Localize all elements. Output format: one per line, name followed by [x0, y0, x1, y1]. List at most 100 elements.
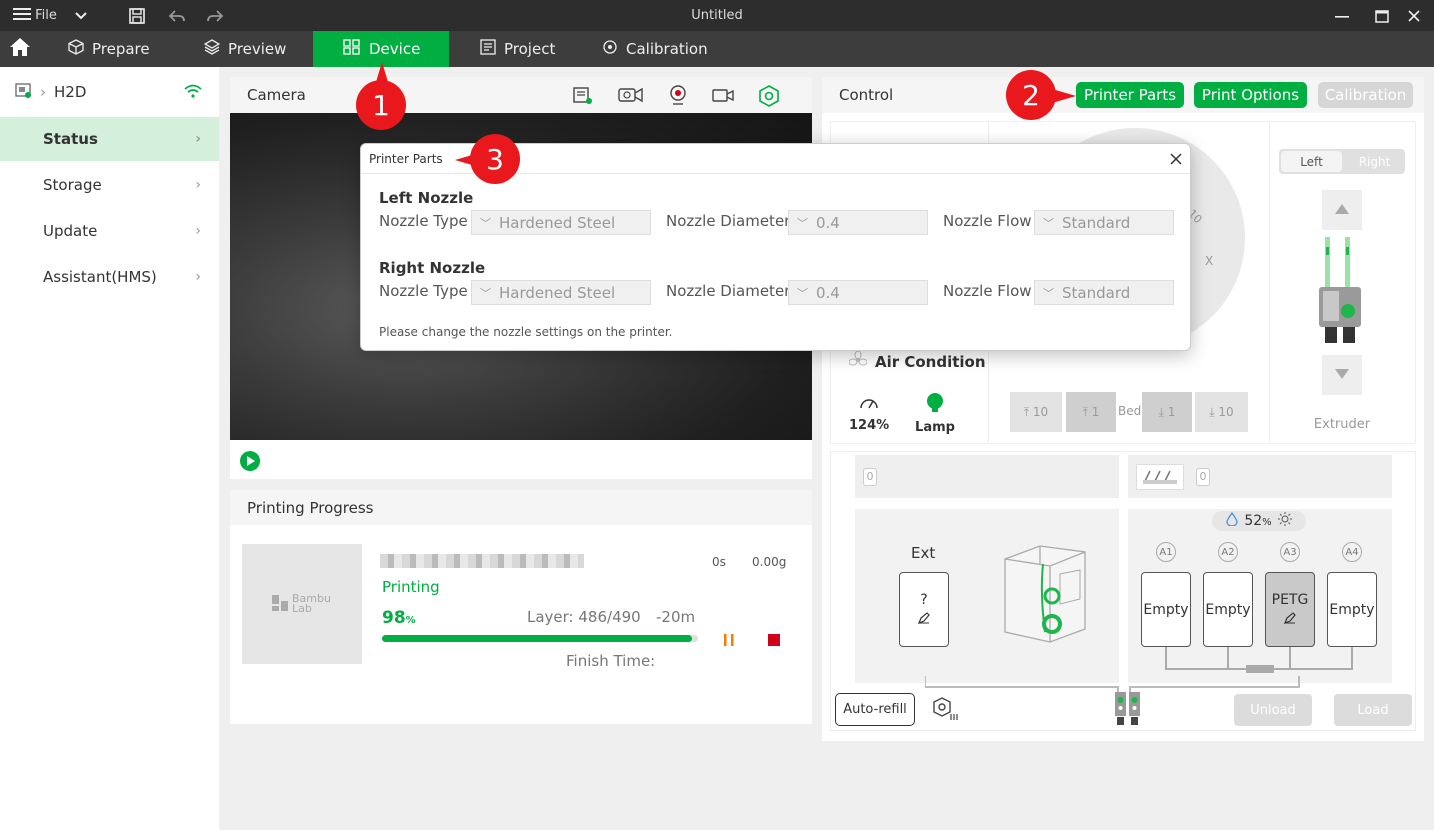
ext-slot[interactable]: ? — [899, 572, 949, 647]
right-nozzle-diameter-value: 0.4 — [816, 283, 840, 302]
speedometer-icon — [859, 395, 879, 414]
undo-icon[interactable] — [166, 0, 188, 31]
humidity-value: 52 — [1244, 513, 1263, 529]
lamp-control[interactable]: Lamp — [915, 392, 955, 435]
sidebar-item-assistant[interactable]: Assistant(HMS) › — [0, 255, 219, 299]
tab-prepare-label: Prepare — [92, 40, 150, 58]
filament-weight: 0.00g — [752, 555, 787, 569]
left-nozzle-flow-select[interactable]: ﹀ Standard — [1034, 210, 1174, 235]
calibration-icon — [602, 39, 618, 59]
print-status: Printing — [382, 578, 440, 596]
printer-parts-button[interactable]: Printer Parts — [1076, 82, 1184, 108]
left-nozzle-type-select[interactable]: ﹀ Hardened Steel — [471, 210, 651, 235]
progress-percent-value: 98 — [382, 608, 406, 628]
right-nozzle-flow-select[interactable]: ﹀ Standard — [1034, 280, 1174, 305]
play-icon[interactable] — [239, 450, 261, 476]
speed-control[interactable]: 124% — [849, 394, 889, 433]
right-nozzle-heading: Right Nozzle — [379, 259, 486, 277]
sidebar-item-status[interactable]: Status › — [0, 117, 219, 161]
unload-button[interactable]: Unload — [1234, 694, 1312, 726]
air-condition-label: Air Condition — [875, 353, 986, 371]
ams-selector-icon[interactable] — [1136, 463, 1184, 490]
bed-up-10-button[interactable]: ⤒ 10 — [1010, 392, 1062, 432]
layer-count: Layer: 486/490 — [527, 608, 641, 626]
load-button[interactable]: Load — [1334, 694, 1412, 726]
ext-slot-value: ? — [920, 591, 928, 608]
tab-preview[interactable]: Preview — [192, 31, 302, 67]
tab-calibration[interactable]: Calibration — [590, 31, 730, 67]
extruder-switch[interactable]: Left Right — [1279, 149, 1405, 174]
bed-down-10-button[interactable]: ⤓ 10 — [1195, 392, 1248, 432]
right-nozzle-type-label: Nozzle Type — [379, 282, 468, 300]
bed-up-1-button[interactable]: ⤒ 1 — [1066, 392, 1116, 432]
file-menu[interactable]: File — [10, 0, 60, 31]
save-icon[interactable] — [126, 0, 148, 31]
extruder-left-tab[interactable]: Left — [1281, 151, 1342, 172]
video-icon[interactable] — [712, 85, 734, 111]
webcam-icon[interactable] — [668, 85, 688, 111]
edit-icon — [917, 611, 930, 628]
lamp-icon — [925, 393, 945, 418]
arrow-down-icon: ⤓ — [1209, 404, 1215, 419]
chevron-down-icon: ﹀ — [1043, 286, 1054, 300]
ams-settings-icon[interactable] — [931, 696, 959, 726]
right-nozzle-diameter-select[interactable]: ﹀ 0.4 — [788, 280, 928, 305]
tab-project[interactable]: Project — [468, 31, 578, 67]
close-icon[interactable] — [1402, 0, 1426, 31]
extruder-down-button[interactable] — [1322, 355, 1362, 395]
arrow-up-icon: ⤒ — [1023, 404, 1030, 419]
print-options-button[interactable]: Print Options — [1194, 82, 1307, 108]
right-nozzle-type-select[interactable]: ﹀ Hardened Steel — [471, 280, 651, 305]
timelapse-icon[interactable] — [618, 85, 644, 111]
sidebar-item-label: Assistant(HMS) — [43, 268, 157, 286]
ams-slot-label: A4 — [1342, 542, 1362, 562]
chevron-right-icon: › — [40, 83, 46, 101]
bed-down-1-button[interactable]: ⤓ 1 — [1142, 392, 1192, 432]
calibration-button[interactable]: Calibration — [1318, 82, 1413, 108]
sd-card-icon[interactable] — [572, 85, 594, 111]
cube-icon — [68, 39, 84, 59]
progress-percent-unit: % — [405, 615, 416, 626]
camera-settings-icon[interactable] — [758, 85, 780, 111]
close-icon[interactable] — [1169, 151, 1183, 170]
chevron-down-icon[interactable] — [70, 0, 92, 31]
extruder-right-tab[interactable]: Right — [1344, 149, 1405, 174]
progress-bar — [382, 635, 698, 642]
zero-left: 0 — [863, 467, 877, 486]
ams-slot-a2[interactable]: Empty — [1203, 572, 1253, 647]
tab-prepare[interactable]: Prepare — [56, 31, 166, 67]
left-nozzle-heading: Left Nozzle — [379, 189, 474, 207]
printer-name: H2D — [54, 83, 87, 101]
control-title: Control — [839, 86, 894, 104]
divider — [1269, 122, 1270, 443]
sidebar-item-label: Update — [43, 222, 98, 240]
left-nozzle-diameter-value: 0.4 — [816, 213, 840, 232]
printer-selector[interactable]: › H2D — [14, 81, 86, 103]
device-sidebar: › H2D Status › Storage › Update › Assistant… — [0, 67, 219, 830]
left-nozzle-diameter-select[interactable]: ﹀ 0.4 — [788, 210, 928, 235]
device-icon — [343, 39, 361, 59]
ams-slot-a3[interactable]: PETG — [1265, 572, 1315, 647]
stop-icon[interactable] — [767, 632, 781, 651]
pause-icon[interactable] — [721, 632, 737, 651]
ams-slot-label: A3 — [1280, 542, 1300, 562]
left-nozzle-diameter-label: Nozzle Diameter — [666, 212, 791, 230]
sidebar-item-label: Storage — [43, 176, 102, 194]
ams-slot-a1[interactable]: Empty — [1141, 572, 1191, 647]
air-condition[interactable]: Air Condition — [848, 350, 986, 373]
minimize-icon[interactable] — [1330, 0, 1354, 31]
camera-toolbar — [572, 85, 780, 111]
ams-slot-a4[interactable]: Empty — [1327, 572, 1377, 647]
annotation-badge-3: 3 — [470, 134, 520, 184]
chevron-down-icon: ﹀ — [480, 216, 491, 230]
home-button[interactable] — [0, 31, 42, 67]
sidebar-item-update[interactable]: Update › — [0, 209, 219, 253]
auto-refill-button[interactable]: Auto-refill — [835, 693, 915, 726]
remaining-time: -20m — [656, 608, 696, 626]
progress-bar-fill — [382, 635, 692, 642]
sidebar-item-storage[interactable]: Storage › — [0, 163, 219, 207]
maximize-icon[interactable] — [1370, 0, 1394, 31]
extruder-up-button[interactable] — [1322, 190, 1362, 230]
chevron-right-icon: › — [195, 269, 201, 285]
redo-icon[interactable] — [204, 0, 226, 31]
